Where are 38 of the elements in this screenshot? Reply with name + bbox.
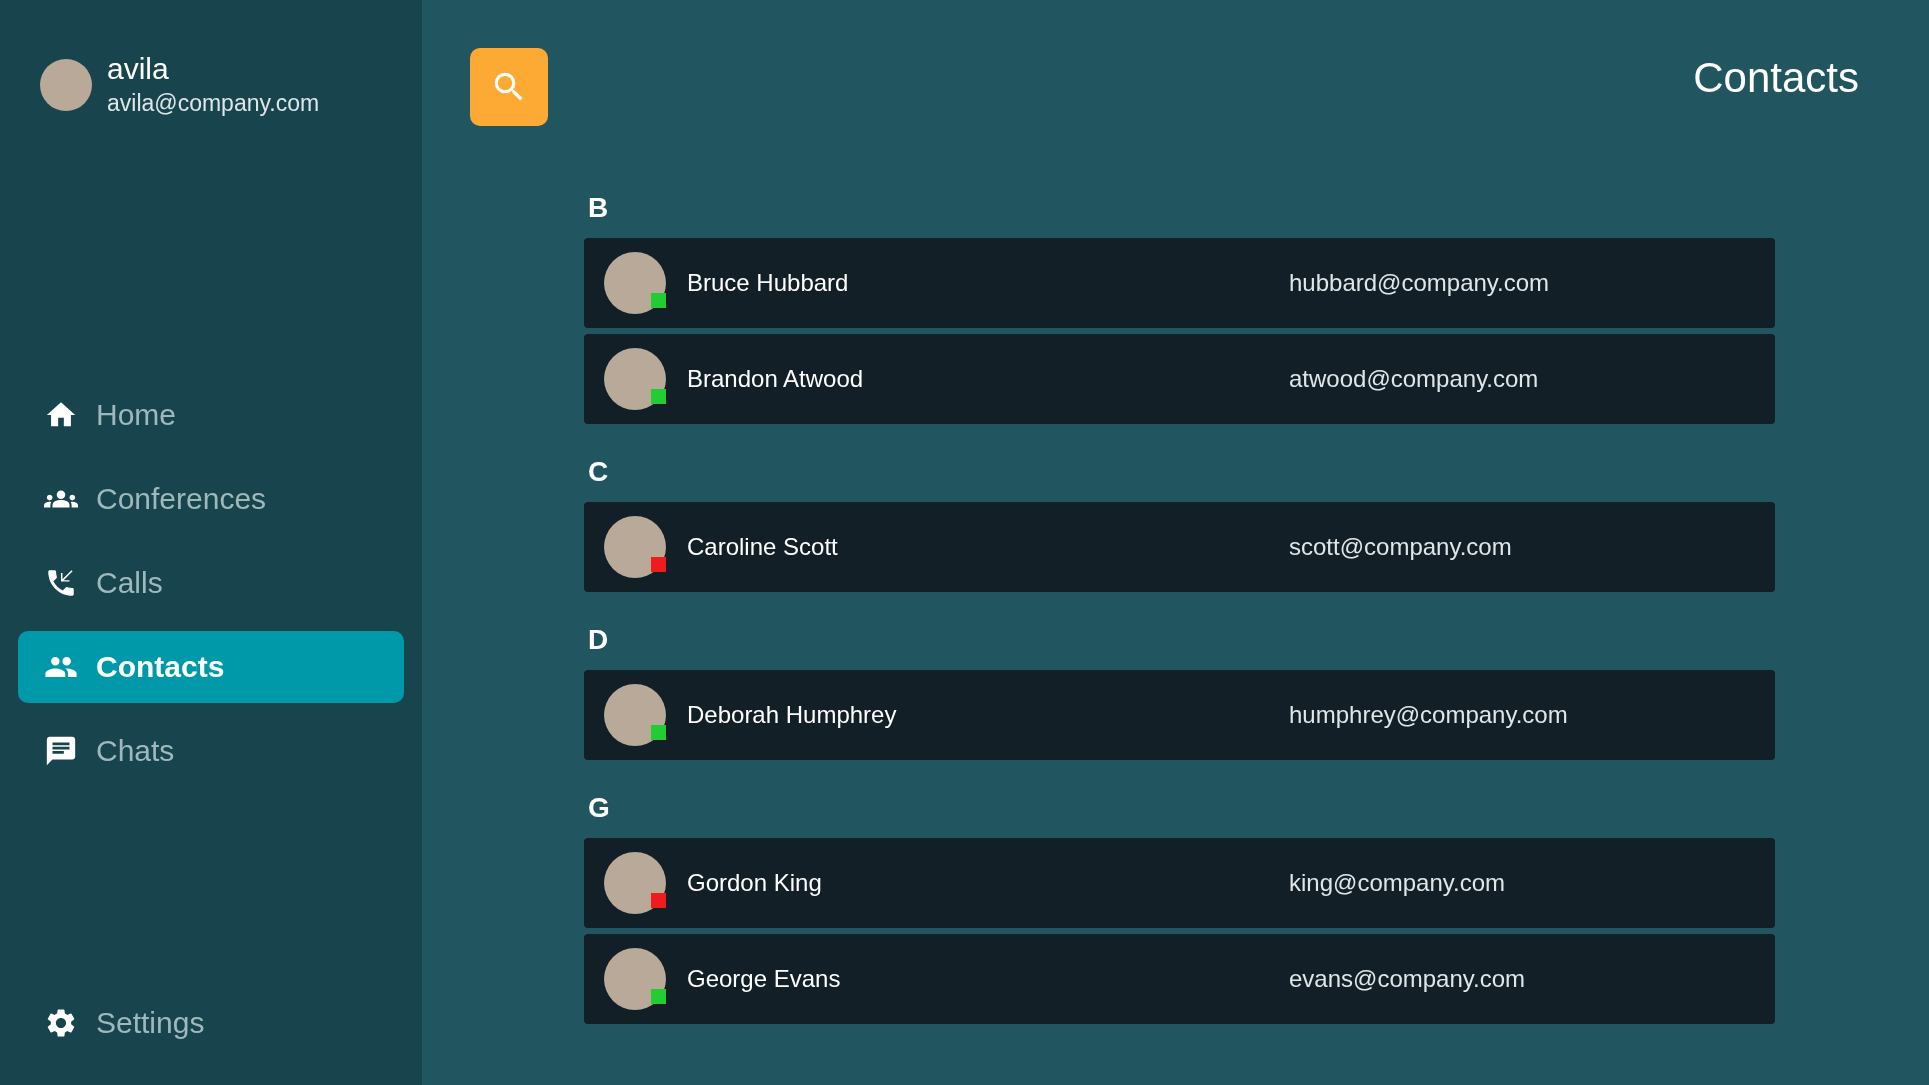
contact-name: Gordon King bbox=[687, 869, 823, 897]
contact-row[interactable]: Gordon King king@company.com bbox=[584, 838, 1775, 928]
nav-item[interactable]: Home bbox=[18, 379, 404, 451]
nav-label: Settings bbox=[96, 1006, 205, 1040]
contact-name: Caroline Scott bbox=[687, 533, 839, 561]
nav-label: Calls bbox=[96, 566, 163, 600]
contact-name: Bruce Hubbard bbox=[687, 269, 850, 297]
contact-email: king@company.com bbox=[1289, 869, 1505, 897]
group-letter: B bbox=[587, 191, 610, 225]
nav-label: Chats bbox=[96, 734, 175, 768]
nav-item[interactable]: Chats bbox=[18, 715, 404, 787]
page-title: Contacts bbox=[1693, 54, 1859, 102]
nav-item[interactable]: Calls bbox=[18, 547, 404, 619]
nav-label: Contacts bbox=[96, 650, 225, 684]
group-letter: D bbox=[587, 623, 610, 657]
contact-name: George Evans bbox=[687, 965, 842, 993]
nav-label: Conferences bbox=[96, 482, 267, 516]
contact-email: evans@company.com bbox=[1289, 965, 1525, 993]
contact-row[interactable]: Caroline Scott scott@company.com bbox=[584, 502, 1775, 592]
user-email: avila@company.com bbox=[107, 90, 320, 117]
user-name: avila bbox=[107, 52, 170, 86]
nav-label: Home bbox=[96, 398, 177, 432]
contact-email: hubbard@company.com bbox=[1289, 269, 1550, 297]
contact-row[interactable]: George Evans evans@company.com bbox=[584, 934, 1775, 1024]
contact-row[interactable]: Brandon Atwood atwood@company.com bbox=[584, 334, 1775, 424]
contact-name: Deborah Humphrey bbox=[687, 701, 898, 729]
contact-row[interactable]: Deborah Humphrey humphrey@company.com bbox=[584, 670, 1775, 760]
group-letter: C bbox=[587, 455, 610, 489]
contact-email: humphrey@company.com bbox=[1289, 701, 1568, 729]
contact-row[interactable]: Bruce Hubbard hubbard@company.com bbox=[584, 238, 1775, 328]
nav-item[interactable]: Conferences bbox=[18, 463, 404, 535]
contact-email: atwood@company.com bbox=[1289, 365, 1539, 393]
search-button[interactable] bbox=[470, 48, 548, 126]
contact-name: Brandon Atwood bbox=[687, 365, 865, 393]
settings-item[interactable]: Settings bbox=[18, 987, 404, 1059]
group-letter: G bbox=[587, 791, 611, 825]
contact-email: scott@company.com bbox=[1289, 533, 1512, 561]
user-avatar bbox=[40, 58, 92, 111]
